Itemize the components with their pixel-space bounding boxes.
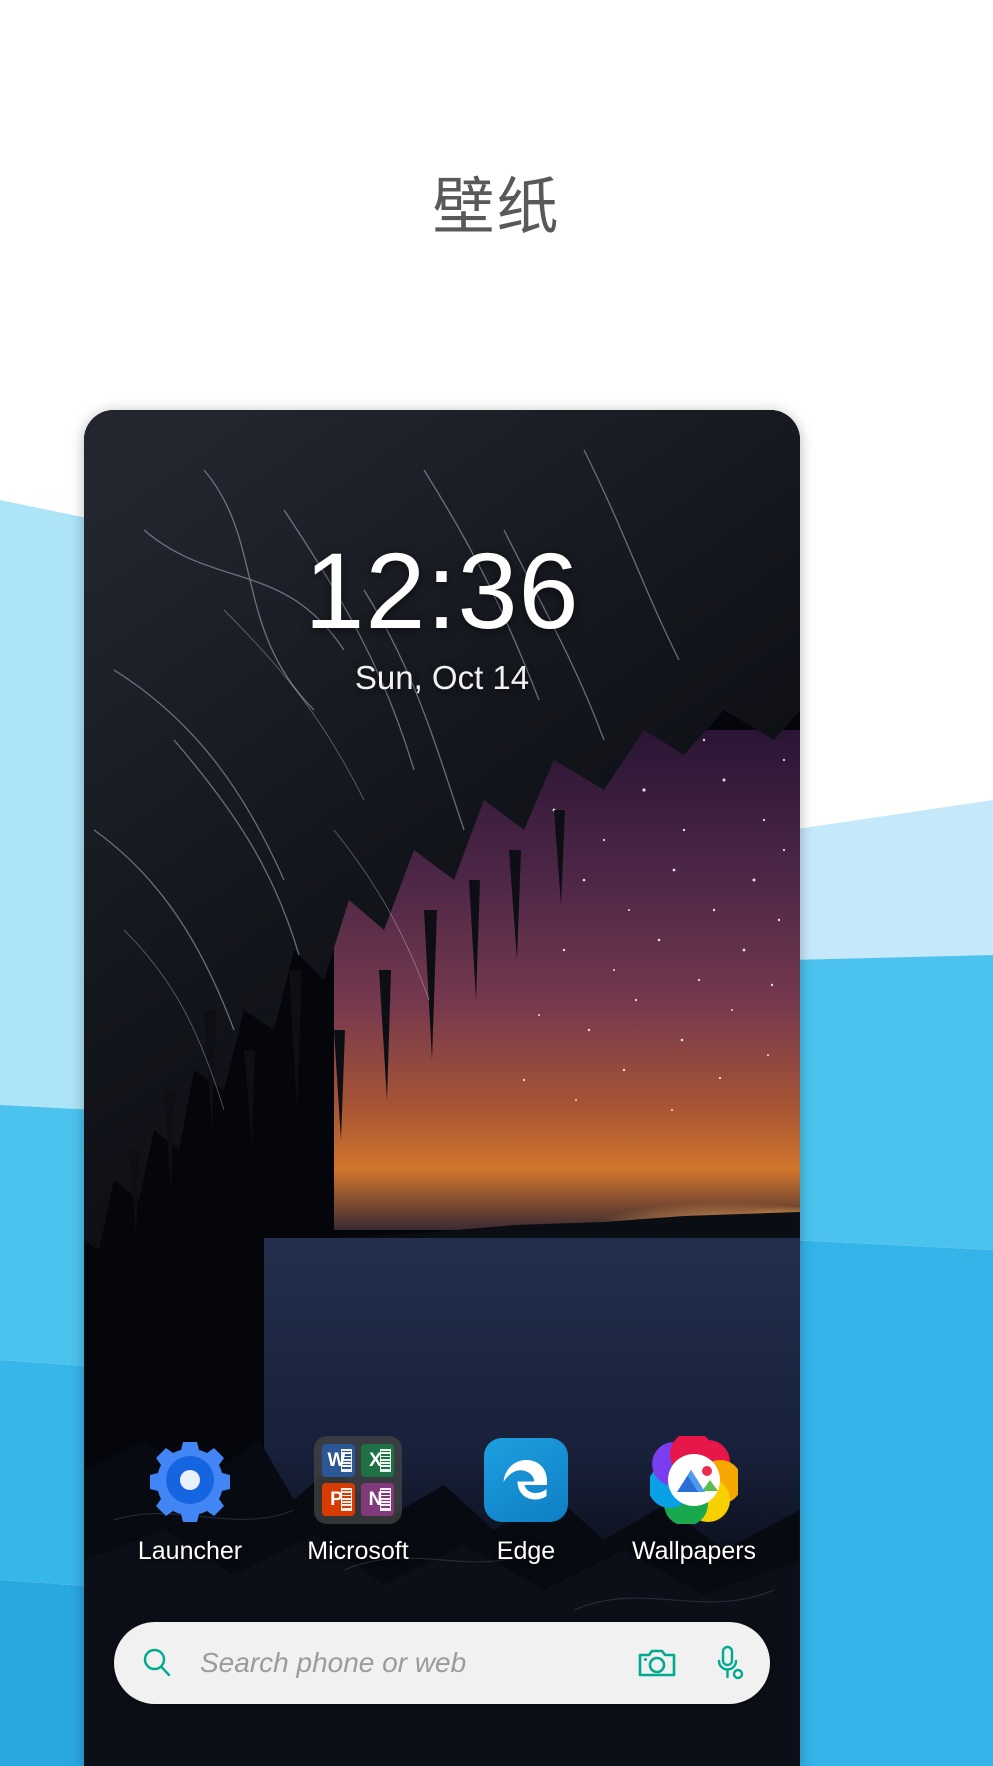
edge-icon xyxy=(484,1438,568,1522)
decor-right-light xyxy=(790,800,993,960)
page-title: 壁纸 xyxy=(432,173,561,242)
clock-date: Sun, Oct 14 xyxy=(354,659,530,696)
word-glyph: W xyxy=(327,1450,346,1471)
powerpoint-icon: P xyxy=(322,1483,355,1516)
app-label: Launcher xyxy=(137,1537,243,1565)
onenote-glyph: N xyxy=(368,1489,383,1510)
gear-icon xyxy=(150,1442,230,1522)
app-label: Wallpapers xyxy=(631,1537,757,1565)
edge-e-glyph xyxy=(503,1460,547,1500)
app-label: Edge xyxy=(496,1537,556,1565)
edge-icon-wrap[interactable] xyxy=(482,1436,570,1524)
app-edge[interactable]: Edge xyxy=(451,1436,601,1566)
clock-time: 12:36 xyxy=(304,530,580,651)
launcher-icon-wrap[interactable] xyxy=(146,1436,234,1524)
powerpoint-glyph: P xyxy=(330,1489,343,1510)
excel-icon: X xyxy=(361,1444,394,1477)
app-dock: Launcher W X P N Microsoft Edge Wallpape… xyxy=(84,1436,800,1566)
app-label: Microsoft xyxy=(307,1537,409,1565)
decor-right-mid xyxy=(790,955,993,1250)
word-icon: W xyxy=(322,1444,355,1477)
search-icon-glyph xyxy=(143,1648,171,1677)
wallpapers-icon-wrap[interactable] xyxy=(650,1436,738,1524)
microphone-icon-glyph xyxy=(717,1645,744,1680)
camera-icon[interactable] xyxy=(638,1647,676,1679)
wallpapers-icon xyxy=(650,1436,738,1524)
search-bar[interactable]: Search phone or web xyxy=(114,1622,770,1704)
microphone-icon[interactable] xyxy=(714,1645,744,1681)
office-folder-icon-wrap[interactable]: W X P N xyxy=(314,1436,402,1524)
excel-glyph: X xyxy=(369,1450,382,1471)
search-icon[interactable] xyxy=(140,1646,174,1680)
camera-icon-glyph xyxy=(638,1649,676,1677)
lockscreen-clock: 12:36 Sun, Oct 14 xyxy=(84,535,800,697)
app-wallpapers[interactable]: Wallpapers xyxy=(619,1436,769,1566)
phone-screen-preview: 12:36 Sun, Oct 14 Launcher W X P N Micro… xyxy=(84,410,800,1766)
search-input[interactable]: Search phone or web xyxy=(200,1647,638,1679)
onenote-icon: N xyxy=(361,1483,394,1516)
app-microsoft-folder[interactable]: W X P N Microsoft xyxy=(283,1436,433,1566)
office-folder-icon: W X P N xyxy=(314,1436,402,1524)
app-launcher[interactable]: Launcher xyxy=(115,1436,265,1566)
decor-right-blue xyxy=(790,1240,993,1766)
